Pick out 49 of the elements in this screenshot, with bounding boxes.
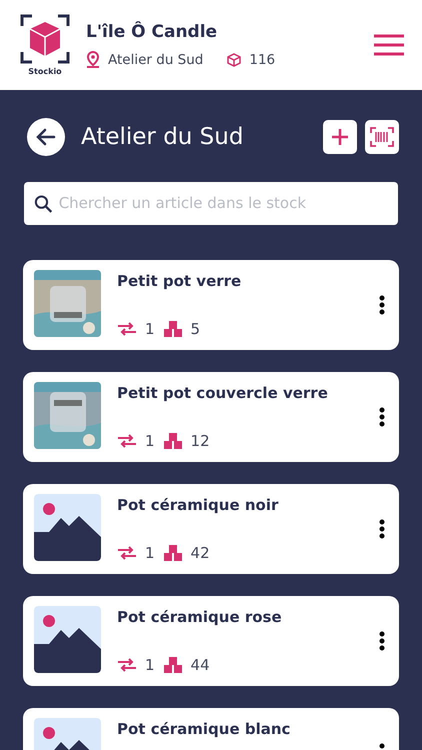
- transfer-count: 1: [145, 654, 155, 676]
- stacked-boxes-icon: [162, 656, 183, 673]
- logo-text: Stockio: [28, 68, 62, 76]
- item-name: Pot céramique noir: [117, 495, 280, 516]
- barcode-scan-button[interactable]: [365, 120, 399, 154]
- more-options-icon[interactable]: [379, 407, 385, 427]
- transfer-count: 1: [145, 542, 155, 564]
- back-arrow-icon: [36, 128, 56, 146]
- item-count: 116: [249, 50, 276, 70]
- item-name: Pot céramique blanc: [117, 719, 292, 740]
- item-name: Petit pot couvercle verre: [117, 383, 329, 404]
- stock-quantity: 42: [190, 542, 210, 564]
- stacked-boxes-icon: [162, 432, 183, 449]
- search-icon: [34, 194, 53, 214]
- transfer-count: 1: [145, 430, 155, 452]
- add-button[interactable]: [323, 120, 357, 154]
- stacked-boxes-icon: [162, 544, 183, 561]
- item-card[interactable]: Pot céramique blanc: [23, 708, 399, 750]
- item-card[interactable]: Pot céramique rose 1 44: [23, 596, 399, 686]
- transfer-count: 1: [145, 318, 155, 340]
- page-title: Atelier du Sud: [81, 122, 244, 152]
- menu-icon[interactable]: [374, 34, 404, 56]
- transfer-arrows-icon: [117, 546, 137, 560]
- plus-icon: [331, 128, 349, 146]
- location-pin-icon: [86, 51, 100, 68]
- stock-quantity: 12: [190, 430, 210, 452]
- location-name: Atelier du Sud: [108, 50, 204, 70]
- search-bar[interactable]: Chercher un article dans le stock: [24, 182, 398, 225]
- more-options-icon[interactable]: [379, 295, 385, 315]
- box-logo-icon: [20, 14, 70, 64]
- box-icon: [227, 52, 242, 67]
- stock-quantity: 5: [190, 318, 200, 340]
- transfer-arrows-icon: [117, 322, 137, 336]
- image-placeholder-icon: [34, 606, 101, 673]
- transfer-arrows-icon: [117, 434, 137, 448]
- transfer-arrows-icon: [117, 658, 137, 672]
- more-options-icon[interactable]: [379, 631, 385, 651]
- stacked-boxes-icon: [162, 320, 183, 337]
- more-options-icon[interactable]: [379, 519, 385, 539]
- item-card[interactable]: Petit pot verre 1 5: [23, 260, 399, 350]
- image-placeholder-icon: [34, 494, 101, 561]
- shop-name: L'île Ô Candle: [86, 20, 218, 44]
- stock-quantity: 44: [190, 654, 210, 676]
- barcode-icon: [370, 127, 394, 147]
- item-card[interactable]: Pot céramique noir 1 42: [23, 484, 399, 574]
- item-name: Petit pot verre: [117, 271, 242, 292]
- item-card[interactable]: Petit pot couvercle verre 1 12: [23, 372, 399, 462]
- item-name: Pot céramique rose: [117, 607, 283, 628]
- back-button[interactable]: [27, 118, 65, 156]
